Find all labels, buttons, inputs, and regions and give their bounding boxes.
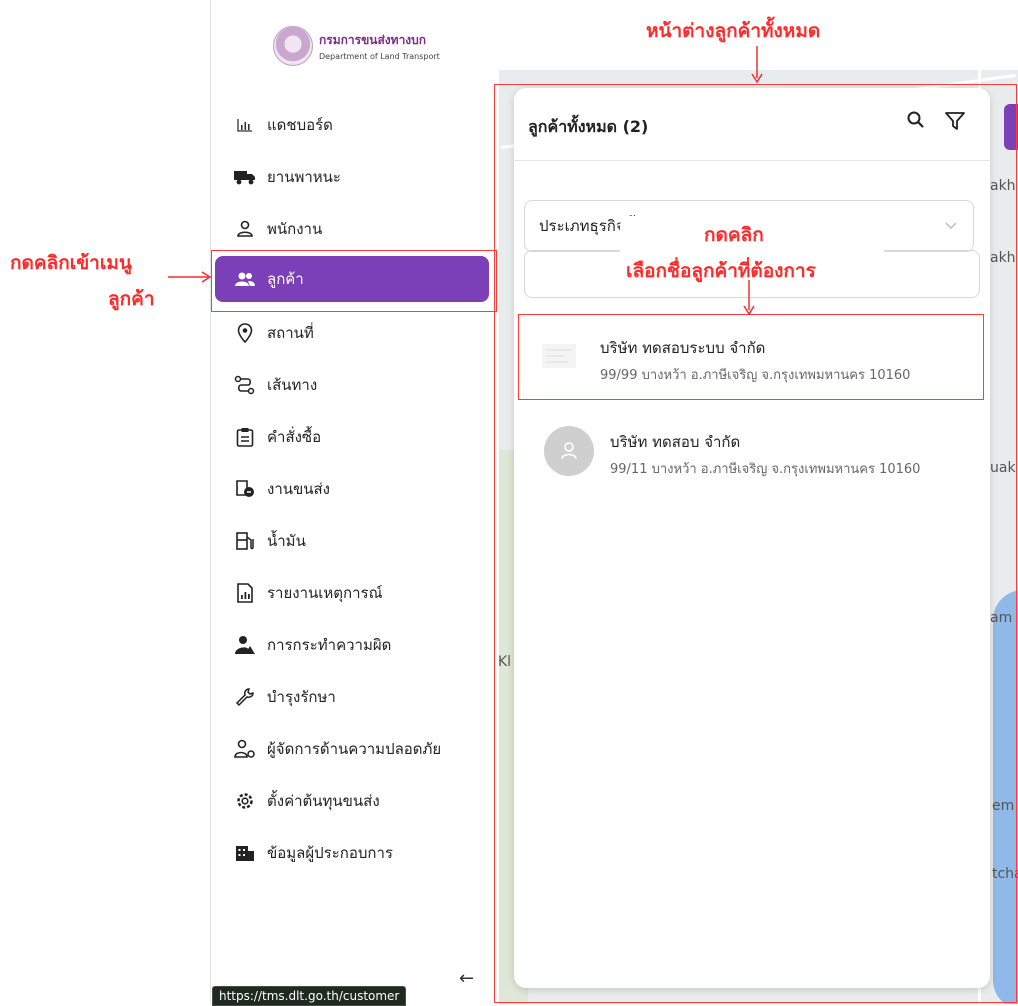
annotation-top-text: หน้าต่างลูกค้าทั้งหมด xyxy=(646,20,821,42)
sidebar-item-label: แดชบอร์ด xyxy=(267,116,333,134)
annotation-click-text-2: เลือกชื่อลูกค้าที่ต้องการ xyxy=(626,260,816,282)
sidebar-item-fuel[interactable]: น้ำมัน xyxy=(215,518,489,564)
sidebar-item-label: บำรุงรักษา xyxy=(267,688,336,706)
sidebar-item-label: ผู้จัดการด้านความปลอดภัย xyxy=(267,740,442,758)
dlt-seal-icon xyxy=(273,26,313,66)
sidebar-item-incident-report[interactable]: รายงานเหตุการณ์ xyxy=(215,570,489,616)
collapse-sidebar-button[interactable]: ← xyxy=(459,968,474,989)
building-icon xyxy=(233,841,257,865)
annotation-menu-text-1: กดคลิกเข้าเมนู xyxy=(10,252,132,274)
safety-manager-icon xyxy=(233,737,257,761)
sidebar-item-transport-cost[interactable]: ตั้งค่าต้นทุนขนส่ง xyxy=(215,778,489,824)
sidebar-item-orders[interactable]: คำสั่งซื้อ xyxy=(215,414,489,460)
delivery-job-icon xyxy=(233,477,257,501)
sidebar-item-label: พนักงาน xyxy=(267,220,323,238)
sidebar-item-vehicles[interactable]: ยานพาหนะ xyxy=(215,154,489,200)
sidebar-item-label: รายงานเหตุการณ์ xyxy=(267,584,383,602)
sidebar-item-label: น้ำมัน xyxy=(267,532,306,550)
sidebar-item-label: งานขนส่ง xyxy=(267,480,330,498)
violation-icon xyxy=(233,633,257,657)
bar-chart-icon xyxy=(233,113,257,137)
sidebar-item-delivery-jobs[interactable]: งานขนส่ง xyxy=(215,466,489,512)
clipboard-icon xyxy=(233,425,257,449)
sidebar-item-label: สถานที่ xyxy=(267,324,314,342)
dlt-logo: กรมการขนส่งทางบก Department of Land Tran… xyxy=(273,26,440,66)
sidebar-item-label: ยานพาหนะ xyxy=(267,168,341,186)
sidebar-item-routes[interactable]: เส้นทาง xyxy=(215,362,489,408)
status-bar-url: https://tms.dlt.go.th/customer xyxy=(212,986,407,1006)
sidebar-item-operator-info[interactable]: ข้อมูลผู้ประกอบการ xyxy=(215,830,489,876)
sidebar-item-places[interactable]: สถานที่ xyxy=(215,310,489,356)
sidebar-item-label: การกระทำความผิด xyxy=(267,636,392,654)
sidebar-item-label: ตั้งค่าต้นทุนขนส่ง xyxy=(267,792,380,810)
logo-title-th: กรมการขนส่งทางบก xyxy=(319,33,427,47)
annotation-click-text-1: กดคลิก xyxy=(704,224,764,246)
sidebar-item-violations[interactable]: การกระทำความผิด xyxy=(215,622,489,668)
annotation-arrow xyxy=(751,46,763,84)
annotation-arrow xyxy=(743,280,755,316)
annotation-menu-text-2: ลูกค้า xyxy=(108,288,155,310)
sidebar-item-dashboard[interactable]: แดชบอร์ด xyxy=(215,102,489,148)
wrench-icon xyxy=(233,685,257,709)
sidebar: กรมการขนส่งทางบก Department of Land Tran… xyxy=(210,0,499,1004)
annotation-customer-box xyxy=(518,314,984,400)
report-icon xyxy=(233,581,257,605)
sidebar-item-label: คำสั่งซื้อ xyxy=(267,428,322,446)
gear-icon xyxy=(233,789,257,813)
annotation-menu-box xyxy=(211,250,497,312)
truck-icon xyxy=(233,165,257,189)
sidebar-item-safety-manager[interactable]: ผู้จัดการด้านความปลอดภัย xyxy=(215,726,489,772)
person-icon xyxy=(233,217,257,241)
sidebar-item-label: ข้อมูลผู้ประกอบการ xyxy=(267,844,393,862)
route-icon xyxy=(233,373,257,397)
fuel-icon xyxy=(233,529,257,553)
annotation-arrow xyxy=(168,271,212,283)
sidebar-item-employees[interactable]: พนักงาน xyxy=(215,206,489,252)
sidebar-item-maintenance[interactable]: บำรุงรักษา xyxy=(215,674,489,720)
sidebar-item-label: เส้นทาง xyxy=(267,376,318,394)
location-pin-icon xyxy=(233,321,257,345)
logo-title-en: Department of Land Transport xyxy=(319,52,440,61)
